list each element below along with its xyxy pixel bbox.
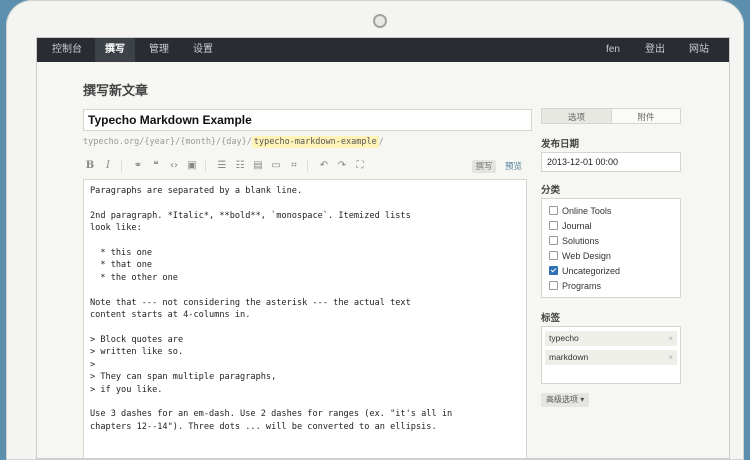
nav-logout[interactable]: 登出 bbox=[640, 38, 670, 62]
image-icon[interactable]: ▣ bbox=[185, 159, 199, 173]
page-title: 撰写新文章 bbox=[83, 83, 149, 98]
slug-input[interactable]: typecho-markdown-example bbox=[251, 136, 379, 148]
quote-icon[interactable]: ❝ bbox=[149, 159, 163, 173]
tag-name: markdown bbox=[549, 352, 589, 362]
category-name: Journal bbox=[562, 221, 592, 231]
nav-manage[interactable]: 管理 bbox=[139, 38, 179, 62]
top-nav: 控制台 撰写 管理 设置 fen 登出 网站 bbox=[37, 38, 729, 62]
tags-input[interactable]: typecho × markdown × bbox=[541, 326, 681, 384]
link-icon[interactable]: ⚭ bbox=[131, 159, 145, 173]
tags-label: 标签 bbox=[541, 313, 561, 324]
horizontal-rule-icon[interactable]: ▭ bbox=[269, 159, 283, 173]
ordered-list-icon[interactable]: ☰ bbox=[215, 159, 229, 173]
tag-chip: typecho × bbox=[545, 331, 677, 346]
markdown-editor[interactable]: Paragraphs are separated by a blank line… bbox=[83, 179, 527, 458]
unordered-list-icon[interactable]: ☷ bbox=[233, 159, 247, 173]
toolbar-divider bbox=[205, 160, 206, 172]
category-name: Uncategorized bbox=[562, 266, 621, 276]
checkbox-icon[interactable] bbox=[549, 281, 558, 290]
category-item[interactable]: Journal bbox=[549, 220, 592, 233]
nav-site[interactable]: 网站 bbox=[683, 38, 715, 62]
nav-write[interactable]: 撰写 bbox=[95, 38, 135, 62]
category-name: Solutions bbox=[562, 236, 600, 246]
checkbox-icon[interactable] bbox=[549, 206, 558, 215]
bold-icon[interactable]: B bbox=[83, 159, 97, 173]
category-item[interactable]: Solutions bbox=[549, 235, 599, 248]
nav-settings[interactable]: 设置 bbox=[183, 38, 223, 62]
checkbox-icon[interactable] bbox=[549, 251, 558, 260]
fullscreen-icon[interactable]: ⛶ bbox=[353, 159, 367, 173]
toolbar-divider bbox=[307, 160, 308, 172]
tag-chip: markdown × bbox=[545, 350, 677, 365]
category-item[interactable]: Online Tools bbox=[549, 205, 611, 218]
category-item[interactable]: Web Design bbox=[549, 250, 611, 263]
code-icon[interactable]: ‹› bbox=[167, 159, 181, 173]
close-icon[interactable]: × bbox=[668, 350, 673, 365]
editor-toolbar: B I ⚭ ❝ ‹› ▣ ☰ ☷ ▤ ▭ ⌗ ↶ ↷ ⛶ 撰写 预览 bbox=[83, 158, 527, 176]
checkbox-icon[interactable] bbox=[549, 221, 558, 230]
permalink: typecho.org/{year}/{month}/{day}/typecho… bbox=[83, 136, 384, 148]
preview-mode-link[interactable]: 预览 bbox=[505, 160, 522, 173]
category-name: Programs bbox=[562, 281, 602, 291]
tab-options[interactable]: 选项 bbox=[541, 108, 612, 124]
slug-prefix: typecho.org/{year}/{month}/{day}/ bbox=[83, 137, 252, 147]
category-list: Online Tools Journal Solutions Web Desig… bbox=[541, 198, 681, 298]
sidebar-tabs: 选项 附件 bbox=[541, 108, 681, 124]
italic-icon[interactable]: I bbox=[101, 159, 115, 173]
category-item[interactable]: Programs bbox=[549, 280, 601, 293]
undo-icon[interactable]: ↶ bbox=[317, 159, 331, 173]
tag-name: typecho bbox=[549, 333, 579, 343]
write-mode-button[interactable]: 撰写 bbox=[472, 160, 496, 173]
nav-dashboard[interactable]: 控制台 bbox=[45, 38, 89, 62]
more-icon[interactable]: ⌗ bbox=[287, 159, 301, 173]
slug-suffix: / bbox=[378, 137, 384, 147]
nav-user[interactable]: fen bbox=[598, 38, 628, 62]
toolbar-divider bbox=[121, 160, 122, 172]
category-name: Online Tools bbox=[562, 206, 612, 216]
tab-attachments[interactable]: 附件 bbox=[611, 108, 681, 124]
close-icon[interactable]: × bbox=[668, 331, 673, 346]
title-input[interactable]: Typecho Markdown Example bbox=[83, 109, 532, 131]
device-frame: 控制台 撰写 管理 设置 fen 登出 网站 撰写新文章 Typecho Mar… bbox=[6, 0, 744, 460]
category-label: 分类 bbox=[541, 185, 561, 196]
date-input[interactable]: 2013-12-01 00:00 bbox=[541, 152, 681, 172]
redo-icon[interactable]: ↷ bbox=[335, 159, 349, 173]
advanced-options-button[interactable]: 高级选项 ▾ bbox=[541, 393, 590, 407]
date-label: 发布日期 bbox=[541, 139, 580, 150]
camera-icon bbox=[373, 14, 387, 28]
heading-icon[interactable]: ▤ bbox=[251, 159, 265, 173]
screen: 控制台 撰写 管理 设置 fen 登出 网站 撰写新文章 Typecho Mar… bbox=[36, 37, 730, 459]
checkbox-checked-icon[interactable] bbox=[549, 266, 558, 275]
checkbox-icon[interactable] bbox=[549, 236, 558, 245]
category-item[interactable]: Uncategorized bbox=[549, 265, 620, 278]
category-name: Web Design bbox=[562, 251, 611, 261]
